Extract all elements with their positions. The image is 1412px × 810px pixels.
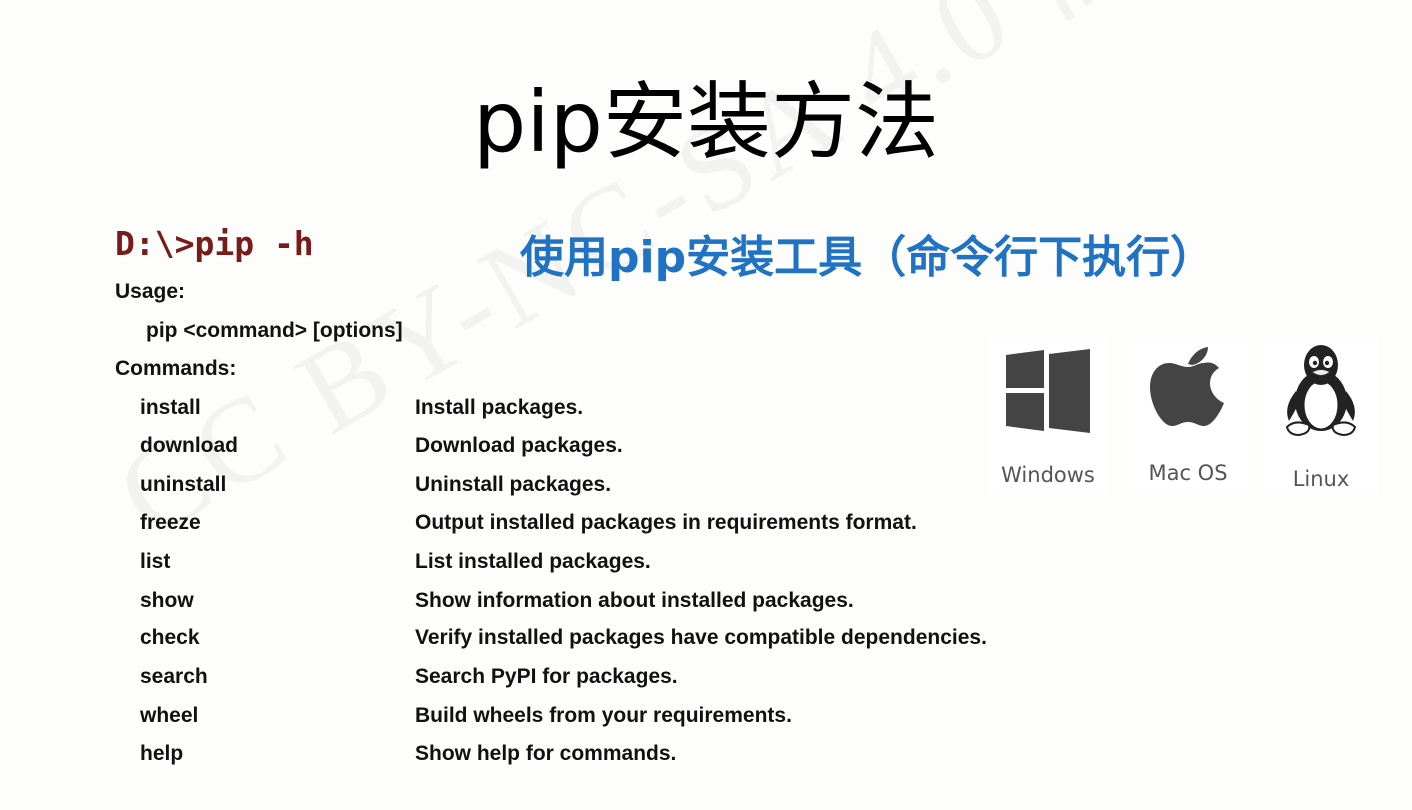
command-name: wheel — [140, 704, 199, 727]
command-description: Uninstall packages. — [415, 473, 612, 496]
command-description: Show information about installed package… — [415, 589, 854, 612]
command-description: Show help for commands. — [415, 742, 677, 765]
command-description: Download packages. — [415, 434, 623, 457]
os-label: Mac OS — [1148, 461, 1228, 485]
usage-line: pip <command> [options] — [146, 319, 403, 342]
command-description: Verify installed packages have compatibl… — [415, 626, 987, 649]
command-name: install — [140, 396, 201, 419]
command-description: Search PyPI for packages. — [415, 665, 678, 688]
command-row: wheel Build wheels from your requirement… — [0, 704, 1100, 734]
command-row: check Verify installed packages have com… — [0, 626, 1100, 656]
command-name: check — [140, 626, 200, 649]
slide: CC BY-NC-SA 4.0 嵩天 pip安装方法 D:\>pip -h 使用… — [0, 0, 1412, 810]
windows-logo-icon — [1006, 349, 1090, 433]
command-description: Build wheels from your requirements. — [415, 704, 792, 727]
apple-logo-icon — [1150, 347, 1224, 426]
command-description: Install packages. — [415, 396, 584, 419]
command-name: help — [140, 742, 184, 765]
command-row: help Show help for commands. — [0, 742, 1100, 772]
command-name: search — [140, 665, 208, 688]
usage-label: Usage: — [115, 280, 186, 303]
commands-label: Commands: — [115, 357, 237, 380]
command-description: Output installed packages in requirement… — [415, 511, 917, 534]
command-row: show Show information about installed pa… — [0, 589, 1100, 619]
os-label: Linux — [1292, 467, 1350, 491]
subtitle: 使用pip安装工具（命令行下执行） — [520, 232, 1215, 283]
command-row: download Download packages. — [0, 434, 1100, 464]
os-label: Windows — [1001, 463, 1095, 487]
command-row: list List installed packages. — [0, 550, 1100, 580]
command-name: list — [140, 550, 171, 573]
os-card-windows: Windows — [988, 337, 1108, 495]
command-prompt: D:\>pip -h — [115, 224, 314, 263]
os-card-macos: Mac OS — [1128, 337, 1248, 495]
command-row: install Install packages. — [0, 396, 1100, 426]
command-name: download — [140, 434, 238, 457]
command-description: List installed packages. — [415, 550, 651, 573]
command-row: freeze Output installed packages in requ… — [0, 511, 1100, 541]
os-card-linux: Linux — [1264, 337, 1378, 495]
page-title: pip安装方法 — [473, 73, 939, 171]
tux-penguin-icon — [1285, 345, 1357, 437]
command-name: freeze — [140, 511, 201, 534]
command-row: uninstall Uninstall packages. — [0, 473, 1100, 503]
command-row: search Search PyPI for packages. — [0, 665, 1100, 695]
command-name: show — [140, 589, 194, 612]
command-name: uninstall — [140, 473, 227, 496]
